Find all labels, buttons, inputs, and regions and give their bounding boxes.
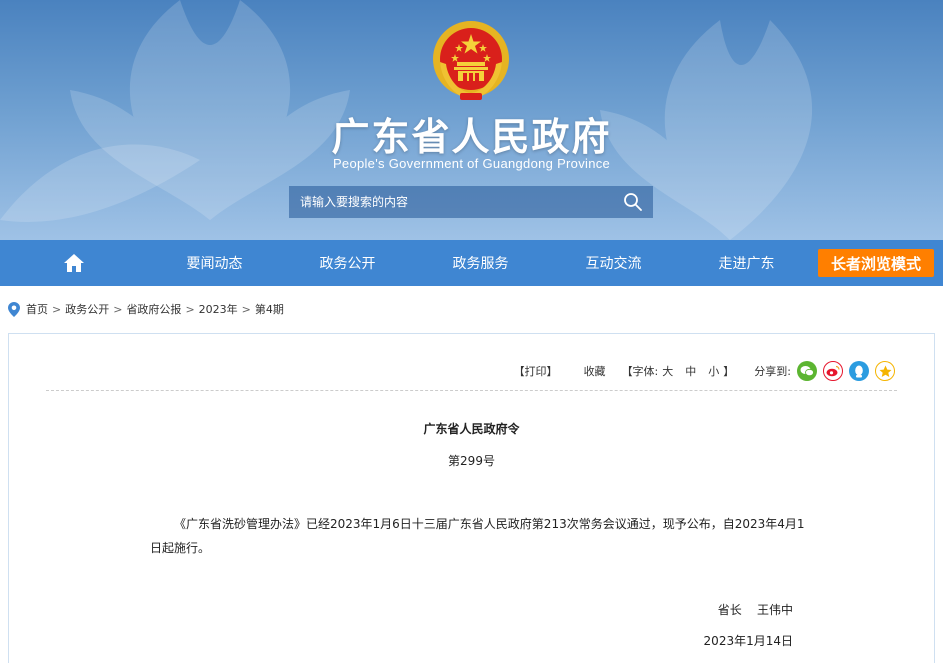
breadcrumb-separator: > — [185, 302, 195, 316]
article-toolbar: 【打印】 收藏 【字体: 大 中 小 】 分享到: — [514, 361, 895, 381]
font-size-bracket: 】 — [723, 365, 735, 378]
nav-item-news[interactable]: 要闻动态 — [148, 240, 281, 286]
search-bar — [289, 186, 653, 218]
breadcrumb-gov-affairs[interactable]: 政务公开 — [65, 301, 109, 317]
font-small-button[interactable]: 小 — [708, 363, 719, 379]
nav-item-interaction[interactable]: 互动交流 — [547, 240, 680, 286]
breadcrumb-year[interactable]: 2023年 — [199, 301, 238, 317]
share-label: 分享到: — [754, 365, 791, 378]
elder-mode-button[interactable]: 长者浏览模式 — [818, 249, 934, 277]
document-date: 2023年1月14日 — [703, 634, 793, 648]
article-panel — [8, 333, 935, 663]
search-icon — [624, 193, 642, 211]
share-qq-button[interactable] — [849, 361, 869, 381]
breadcrumb-separator: > — [113, 302, 123, 316]
breadcrumb-issue[interactable]: 第4期 — [255, 301, 284, 317]
font-large-button[interactable]: 大 — [662, 363, 673, 379]
site-subtitle: People's Government of Guangdong Provinc… — [332, 156, 611, 171]
search-input[interactable] — [289, 186, 613, 218]
location-pin-icon — [8, 301, 20, 317]
document-signature: 省长 王伟中 — [718, 601, 793, 618]
breadcrumb-separator: > — [241, 302, 251, 316]
main-nav: 要闻动态 政务公开 政务服务 互动交流 走进广东 — [0, 240, 943, 286]
header-banner: 广东省人民政府 People's Government of Guangdong… — [0, 0, 943, 240]
share-qzone-button[interactable] — [875, 361, 895, 381]
qzone-icon — [879, 365, 891, 377]
share-weibo-button[interactable] — [823, 361, 843, 381]
breadcrumb-gazette[interactable]: 省政府公报 — [126, 301, 181, 317]
weibo-icon — [826, 365, 840, 377]
signature-role: 省长 — [717, 603, 742, 617]
wechat-icon — [800, 366, 814, 377]
toolbar-divider — [46, 390, 897, 391]
font-size-label: 【字体: — [621, 365, 659, 378]
site-title: 广东省人民政府 — [331, 115, 612, 159]
collect-button[interactable]: 收藏 — [584, 363, 606, 379]
nav-home-button[interactable] — [0, 240, 148, 286]
search-button[interactable] — [613, 186, 653, 218]
print-button[interactable]: 【打印】 — [514, 363, 558, 379]
nav-item-gov-affairs[interactable]: 政务公开 — [281, 240, 414, 286]
nav-item-about-guangdong[interactable]: 走进广东 — [680, 240, 813, 286]
national-emblem-icon — [433, 21, 509, 100]
font-medium-button[interactable]: 中 — [685, 363, 696, 379]
breadcrumb-separator: > — [52, 302, 62, 316]
breadcrumb-home[interactable]: 首页 — [26, 301, 48, 317]
breadcrumb: 首页 > 政务公开 > 省政府公报 > 2023年 > 第4期 — [8, 301, 284, 317]
signature-name: 王伟中 — [756, 603, 793, 617]
qq-icon — [855, 365, 863, 377]
document-number: 第299号 — [448, 454, 495, 468]
nav-item-services[interactable]: 政务服务 — [414, 240, 547, 286]
home-icon — [64, 254, 84, 272]
share-wechat-button[interactable] — [797, 361, 817, 381]
document-body: 《广东省洗砂管理办法》已经2023年1月6日十三届广东省人民政府第213次常务会… — [150, 517, 805, 555]
document-title: 广东省人民政府令 — [423, 422, 520, 436]
